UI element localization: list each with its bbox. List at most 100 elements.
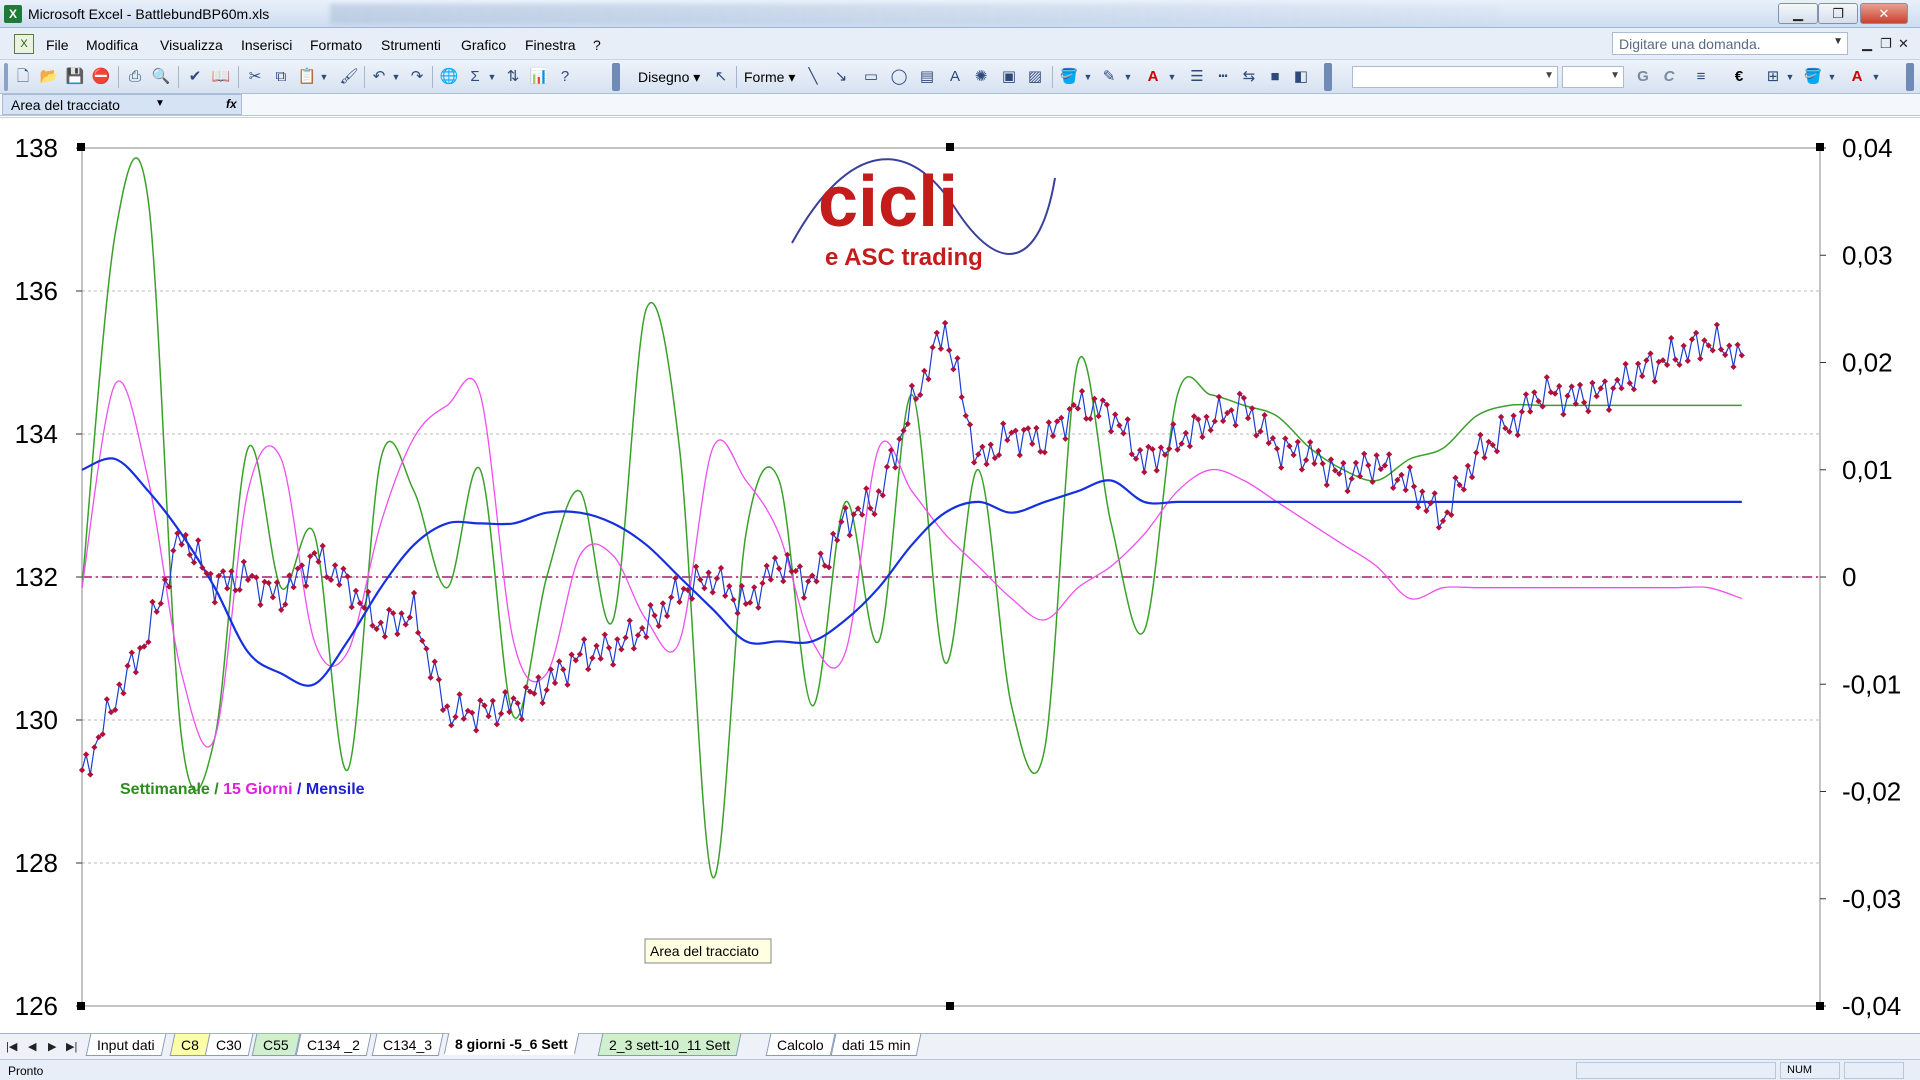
paste-icon[interactable]: 📋 [296,66,318,88]
resize-handle[interactable] [946,1002,954,1010]
sheet-tab[interactable]: C55 [251,1034,301,1056]
euro-button[interactable]: € [1728,66,1750,88]
3d-icon[interactable]: ◧ [1290,66,1312,88]
menu-strumenti[interactable]: Strumenti [381,37,441,53]
copy-icon[interactable]: ⧉ [270,66,292,88]
chevron-down-icon[interactable]: ▼ [1082,66,1094,88]
fill-color-icon[interactable]: 🪣 [1802,66,1824,88]
redo-icon[interactable]: ↷ [406,66,428,88]
chevron-down-icon[interactable]: ▼ [1610,70,1620,81]
last-sheet-icon[interactable]: ▶| [66,1040,77,1053]
arrow-icon[interactable]: ↘ [830,66,852,88]
print-icon[interactable]: ⎙ [124,66,146,88]
borders-icon[interactable]: ⊞ [1762,66,1784,88]
diagram-icon[interactable]: ✺ [970,66,992,88]
undo-icon[interactable]: ↶ [368,66,390,88]
help-icon[interactable]: ? [554,66,576,88]
autosum-icon[interactable]: Σ [464,66,486,88]
chevron-down-icon[interactable]: ▼ [318,66,330,88]
shadow-icon[interactable]: ■ [1264,66,1286,88]
chart-area[interactable]: 126 128 130 132 134 136 138 -0,04 -0,03 -0,02 -0,… [0,117,1920,1033]
chevron-down-icon[interactable]: ▼ [1784,66,1796,88]
menu-inserisci[interactable]: Inserisci [241,37,292,53]
fill-color-icon[interactable]: 🪣 [1058,66,1080,88]
toolbar-grip[interactable] [612,63,620,91]
sort-icon[interactable]: ⇅ [502,66,524,88]
sheet-tab[interactable]: C134 _2 [295,1034,372,1056]
arrow-style-icon[interactable]: ⇆ [1238,66,1260,88]
chevron-down-icon[interactable]: ▼ [1166,66,1178,88]
open-icon[interactable]: 📂 [38,66,60,88]
prev-sheet-icon[interactable]: ◀ [28,1040,36,1053]
next-sheet-icon[interactable]: ▶ [48,1040,56,1053]
font-name-combo[interactable]: ▼ [1352,66,1558,88]
font-size-combo[interactable]: ▼ [1562,66,1624,88]
line-color-icon[interactable]: ✎ [1098,66,1120,88]
cut-icon[interactable]: ✂ [244,66,266,88]
close-button[interactable]: ✕ [1860,3,1908,24]
toolbar-grip[interactable] [1906,63,1914,91]
new-icon[interactable]: 🗋 [12,66,34,88]
textbox-icon[interactable]: ▤ [916,66,938,88]
workbook-icon[interactable]: X [14,34,34,54]
chevron-down-icon[interactable]: ▼ [155,98,165,109]
chevron-down-icon[interactable]: ▼ [486,66,498,88]
chevron-down-icon[interactable]: ▼ [1870,66,1882,88]
chevron-down-icon[interactable]: ▼ [1826,66,1838,88]
chart-svg[interactable]: 126128130132134136138 -0,04-0,03-0,02-0,… [0,118,1920,1034]
sheet-tab[interactable]: dati 15 min [830,1034,922,1056]
menu-modifica[interactable]: Modifica [86,37,138,53]
line-icon[interactable]: ╲ [802,66,824,88]
font-color-icon[interactable]: A [1142,66,1164,88]
first-sheet-icon[interactable]: |◀ [6,1040,17,1053]
toolbar-grip[interactable] [1324,63,1332,91]
rectangle-icon[interactable]: ▭ [860,66,882,88]
sheet-tab[interactable]: C134_3 [371,1034,444,1056]
align-icon[interactable]: ≡ [1690,66,1712,88]
resize-handle[interactable] [77,143,85,151]
sheet-tab[interactable]: 8 giorni -5_6 Sett [443,1033,580,1055]
save-icon[interactable]: 💾 [64,66,86,88]
chevron-down-icon[interactable]: ▼ [1833,36,1843,47]
chevron-down-icon[interactable]: ▼ [1122,66,1134,88]
excel-icon[interactable]: X [4,5,22,23]
chevron-down-icon[interactable]: ▼ [390,66,402,88]
restore-button[interactable]: ❐ [1818,3,1858,24]
resize-handle[interactable] [946,143,954,151]
sheet-tab[interactable]: 2_3 sett-10_11 Sett [597,1034,742,1056]
resize-handle[interactable] [77,1002,85,1010]
help-search-input[interactable]: Digitare una domanda. ▼ [1612,32,1848,55]
permission-icon[interactable]: ⛔ [90,66,112,88]
dash-style-icon[interactable]: ┅ [1212,66,1234,88]
resize-handle[interactable] [1816,143,1824,151]
bold-button[interactable]: G [1632,66,1654,88]
ellipse-icon[interactable]: ◯ [888,66,910,88]
line-style-icon[interactable]: ☰ [1186,66,1208,88]
sheet-tab[interactable]: C30 [204,1034,254,1056]
doc-minimize-button[interactable]: ▁ [1862,36,1872,52]
chart-wizard-icon[interactable]: 📊 [528,66,550,88]
menu-grafico[interactable]: Grafico [461,37,506,53]
italic-button[interactable]: C [1658,66,1680,88]
name-box[interactable]: Area del tracciato ▼ [2,94,242,115]
picture-icon[interactable]: ▨ [1024,66,1046,88]
select-objects-icon[interactable]: ↖ [710,66,732,88]
research-icon[interactable]: 📖 [210,66,232,88]
sheet-tab[interactable]: Input dati [85,1034,166,1056]
menu-formato[interactable]: Formato [310,37,362,53]
disegno-menu-button[interactable]: Disegno ▾ [638,69,700,86]
doc-close-button[interactable]: ✕ [1898,36,1909,52]
menu-file[interactable]: File [46,37,69,53]
font-color-icon[interactable]: A [1846,66,1868,88]
chevron-down-icon[interactable]: ▼ [1544,70,1554,81]
sheet-tab[interactable]: Calcolo [765,1034,836,1056]
menu-visualizza[interactable]: Visualizza [160,37,223,53]
print-preview-icon[interactable]: 🔍 [150,66,172,88]
hyperlink-icon[interactable]: 🌐 [438,66,460,88]
insert-function-icon[interactable]: fx [226,97,237,111]
minimize-button[interactable]: ▁ [1778,3,1818,24]
toolbar-grip[interactable] [4,63,8,91]
format-painter-icon[interactable]: 🖌 [338,66,360,88]
menu-help[interactable]: ? [593,37,601,53]
resize-handle[interactable] [1816,1002,1824,1010]
